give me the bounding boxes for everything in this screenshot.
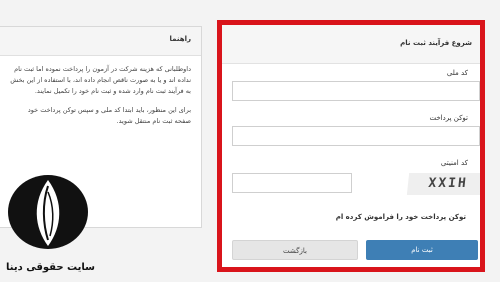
guide-header: راهنما — [0, 27, 201, 56]
guide-text-line: داوطلبانی که هزینه شرکت در آزمون را پردا… — [5, 64, 191, 97]
guide-title: راهنما — [169, 35, 191, 43]
guide-body: داوطلبانی که هزینه شرکت در آزمون را پردا… — [0, 56, 201, 127]
guide-line-4: برای این منظور، باید ابتدا کد ملی و سپس … — [27, 106, 191, 114]
highlight-frame — [217, 20, 485, 272]
guide-text-line: برای این منظور، باید ابتدا کد ملی و سپس … — [5, 105, 191, 127]
guide-line-1: داوطلبانی که هزینه شرکت در آزمون را پردا… — [14, 65, 191, 73]
top-strip — [0, 0, 500, 20]
guide-line-2: نداده اند و یا به صورت ناقص انجام داده ا… — [10, 76, 191, 84]
watermark-site-name: سایت حقوقی دینا — [6, 262, 95, 273]
guide-line-3: به فرآیند ثبت نام وارد شده و ثبت نام خود… — [34, 87, 191, 95]
guide-line-5: صفحه ثبت نام منتقل شوید. — [116, 117, 191, 125]
